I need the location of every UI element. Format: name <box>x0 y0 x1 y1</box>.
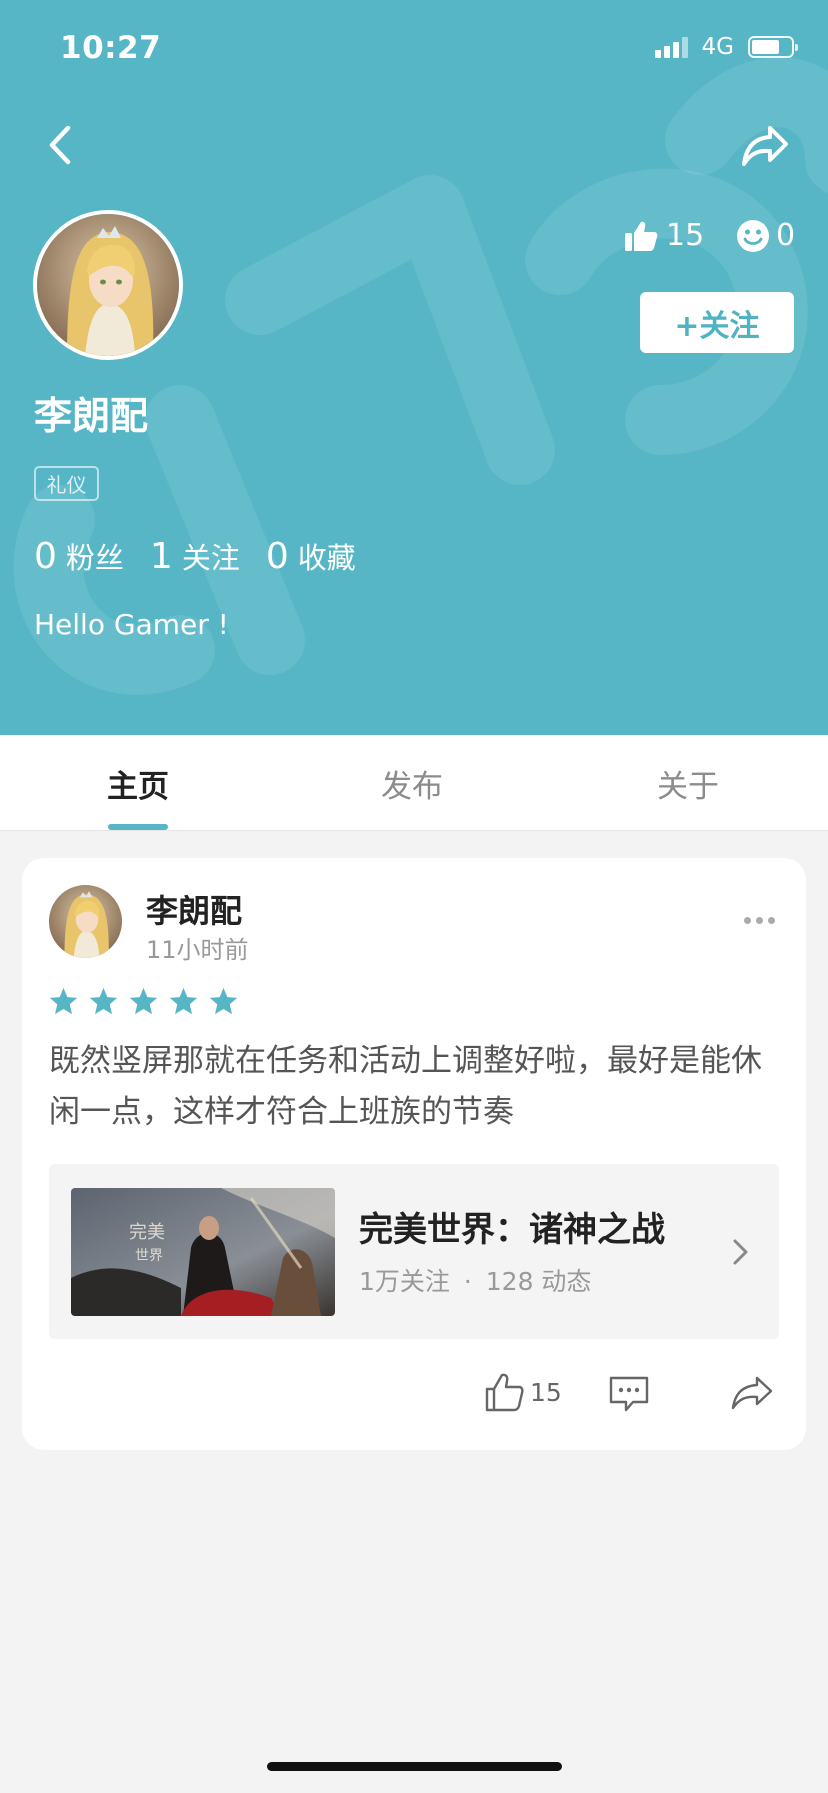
tab-about[interactable]: 关于 <box>608 735 768 831</box>
comment-icon <box>609 1376 649 1412</box>
svg-text:完美: 完美 <box>129 1222 165 1243</box>
profile-tabs: 主页 发布 关于 <box>0 735 828 831</box>
follow-button[interactable]: +关注 <box>640 292 794 353</box>
network-label: 4G <box>701 34 734 60</box>
game-cover-image: 完美 世界 <box>71 1188 335 1316</box>
profile-name: 李朗配 <box>34 394 149 438</box>
star-icon <box>129 987 158 1015</box>
star-icon <box>209 987 238 1015</box>
avatar-image <box>37 214 179 356</box>
stat-following[interactable]: 1 关注 <box>150 535 240 577</box>
post-content: 既然竖屏那就在任务和活动上调整好啦，最好是能休闲一点，这样才符合上班族的节奏 <box>49 1043 762 1130</box>
post-like-count: 15 <box>530 1377 562 1407</box>
post-like-button[interactable]: 15 <box>484 1372 562 1412</box>
game-title: 完美世界：诸神之战 <box>359 1210 665 1250</box>
post-author-avatar[interactable] <box>49 885 122 958</box>
stat-label: 关注 <box>181 541 240 575</box>
post-card: 李朗配 11小时前 既然竖屏那就在任务和活动上调整好啦，最好是能休闲一点，这样才… <box>22 858 806 1450</box>
back-button[interactable] <box>40 120 80 170</box>
stat-label: 粉丝 <box>65 541 124 575</box>
battery-icon <box>748 36 798 58</box>
stat-number: 1 <box>149 536 173 577</box>
smile-icon <box>737 219 769 252</box>
thumbs-up-icon <box>625 221 658 251</box>
avatar-image <box>49 885 122 958</box>
more-dots-icon <box>744 917 751 924</box>
post-timestamp: 11小时前 <box>146 936 249 964</box>
share-arrow-icon <box>742 126 788 166</box>
share-arrow-icon <box>731 1376 773 1410</box>
stat-favorites[interactable]: 0 收藏 <box>266 535 356 577</box>
signal-icon <box>654 36 688 58</box>
stat-fans[interactable]: 0 粉丝 <box>34 535 124 577</box>
game-followers: 1万关注 <box>359 1267 450 1296</box>
home-indicator <box>267 1762 562 1771</box>
tab-posts[interactable]: 发布 <box>332 735 492 831</box>
profile-bio: Hello Gamer ! <box>34 608 229 641</box>
stat-label: 收藏 <box>297 541 356 575</box>
meta-separator: · <box>463 1267 472 1296</box>
stat-number: 0 <box>265 536 289 577</box>
share-profile-button[interactable] <box>740 122 790 170</box>
post-share-button[interactable] <box>730 1374 774 1416</box>
profile-reactions[interactable]: 0 <box>736 218 795 253</box>
game-posts: 128 动态 <box>485 1267 592 1296</box>
svg-text:世界: 世界 <box>135 1248 163 1264</box>
role-badge: 礼仪 <box>34 466 99 501</box>
thumbs-up-icon <box>485 1373 524 1412</box>
reactions-count: 0 <box>776 218 796 253</box>
tab-home[interactable]: 主页 <box>58 735 218 831</box>
star-icon <box>89 987 118 1015</box>
more-options-button[interactable] <box>740 913 779 928</box>
rating-stars <box>48 986 239 1017</box>
post-comment-button[interactable] <box>608 1374 650 1418</box>
status-time: 10:27 <box>60 30 162 66</box>
status-indicators: 4G <box>654 34 798 60</box>
profile-header: 10:27 4G 李朗配 礼仪 0 粉丝 1 关注 0 收藏 Hello Gam… <box>0 0 828 735</box>
linked-game-card[interactable]: 完美 世界 完美世界：诸神之战 1万关注 · 128 动态 <box>49 1164 779 1339</box>
chevron-right-icon <box>733 1239 748 1265</box>
chevron-left-icon <box>49 125 71 165</box>
active-tab-indicator <box>108 824 168 830</box>
stat-number: 0 <box>34 536 57 577</box>
profile-likes[interactable]: 15 <box>624 218 704 253</box>
profile-avatar[interactable] <box>33 210 183 360</box>
star-icon <box>49 987 78 1015</box>
profile-stats: 0 粉丝 1 关注 0 收藏 <box>34 535 382 577</box>
post-author-name[interactable]: 李朗配 <box>146 886 242 932</box>
game-meta: 1万关注 · 128 动态 <box>359 1262 591 1298</box>
star-icon <box>169 987 198 1015</box>
likes-count: 15 <box>666 218 705 253</box>
